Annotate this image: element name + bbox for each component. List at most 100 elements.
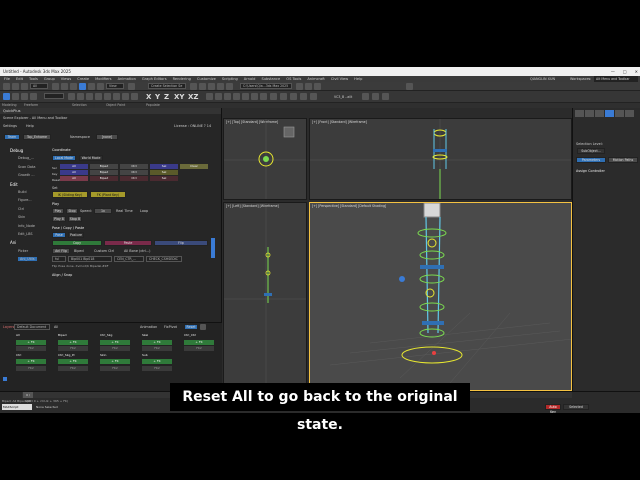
paste-button[interactable]: Paste <box>104 240 152 246</box>
assign-controller-rollout[interactable]: Assign Controller <box>576 169 605 173</box>
render-setup-icon[interactable] <box>296 83 303 90</box>
hierarchy-icon[interactable] <box>362 93 369 100</box>
grid-reset-all[interactable]: All <box>60 176 88 181</box>
hierarchy-tab-icon[interactable] <box>595 110 604 117</box>
select-object-icon[interactable] <box>3 93 10 100</box>
render-icon[interactable] <box>314 83 321 90</box>
layer-grid-cell[interactable]: FK2 <box>142 346 172 351</box>
layers-dropdown[interactable]: Default Document <box>14 324 50 330</box>
layer-grid-cell[interactable]: FK2 <box>58 365 88 371</box>
reset-button[interactable]: Reset <box>184 324 198 330</box>
play-range-button[interactable]: Play 8 <box>52 216 66 222</box>
menu-settings[interactable]: Settings <box>3 124 17 128</box>
tree-item-5[interactable]: Build <box>18 190 27 194</box>
ani-flip-button[interactable]: Ani Flip <box>52 248 70 254</box>
axis-z-button[interactable]: Z <box>164 93 169 101</box>
selected-dropdown[interactable]: Selected <box>563 404 589 410</box>
subobject-dropdown[interactable]: SubObject... <box>577 148 605 154</box>
rotate-icon[interactable] <box>88 83 95 90</box>
parameters-button[interactable]: Parameters <box>576 157 606 163</box>
layer-grid-cell[interactable]: + FK <box>16 359 46 364</box>
layer-grid-cell[interactable]: + FK <box>16 339 46 345</box>
grid-reset-sel[interactable]: Sel <box>150 176 178 181</box>
axis-y-button[interactable]: Y <box>155 93 160 101</box>
motion-tab-icon[interactable] <box>605 110 614 117</box>
grid-clear-button[interactable]: Clear <box>180 164 208 169</box>
layer-grid-cell[interactable]: FK2 <box>184 346 214 351</box>
panel-scrollbar[interactable] <box>211 238 215 258</box>
viewport-top[interactable]: [+] [Top] [Standard] [Wireframe] <box>223 118 307 200</box>
tree-item-4[interactable]: Edit <box>10 182 18 187</box>
motion-icon[interactable] <box>372 93 379 100</box>
layer-grid-cell[interactable]: FK2 <box>100 365 130 371</box>
mirror-icon[interactable] <box>190 83 197 90</box>
track-view-icon[interactable] <box>224 93 231 100</box>
layer-grid-cell[interactable]: FK2 <box>100 346 130 351</box>
grid-reset-ctrl[interactable]: Ctrl <box>120 176 148 181</box>
axis-xz-button[interactable]: XZ <box>188 93 198 101</box>
schematic-icon[interactable] <box>226 83 233 90</box>
tree-item-10[interactable]: Edit_LBS <box>18 232 33 236</box>
biped-checkbox[interactable]: Biped <box>74 249 84 253</box>
spinner-snap-icon[interactable] <box>95 93 102 100</box>
crowd-icon[interactable] <box>300 93 307 100</box>
layer-grid-cell[interactable]: + FK <box>100 339 130 345</box>
tree-item-1[interactable]: Debug_... <box>18 156 34 160</box>
project-path-field[interactable]: C:\Users\Qia...3ds Max 2025 <box>240 83 292 89</box>
layer-grid-cell[interactable]: + FK <box>142 339 172 345</box>
fk-plant-key-button[interactable]: FK (Plant Key) <box>90 191 126 198</box>
time-slider[interactable]: 0 / 100 <box>23 392 33 403</box>
grid-sel-biped[interactable]: Biped <box>90 164 118 169</box>
bone-tools-icon[interactable] <box>280 93 287 100</box>
angle-snap-icon[interactable] <box>77 93 84 100</box>
minimize-button[interactable]: — <box>611 67 615 76</box>
snap-icon[interactable] <box>68 93 75 100</box>
material-editor-icon[interactable] <box>233 93 240 100</box>
character-icon[interactable] <box>251 93 258 100</box>
loop-checkbox[interactable]: Loop <box>140 209 148 213</box>
scale-icon[interactable] <box>97 83 104 90</box>
tree-item-6[interactable]: Figure... <box>18 198 32 202</box>
tree-item-2[interactable]: Scan Data <box>18 165 35 169</box>
pose-field-3[interactable]: CEN_CTR_... <box>114 256 144 262</box>
create-tab-icon[interactable] <box>575 110 584 117</box>
render-frame-icon[interactable] <box>305 83 312 90</box>
mirror-tool-icon[interactable] <box>113 93 120 100</box>
weight-icon[interactable] <box>270 93 277 100</box>
ik-sliding-key-button[interactable]: IK (Sliding Key) <box>52 191 88 198</box>
biped-icon[interactable] <box>215 93 222 100</box>
move-icon[interactable] <box>79 83 86 90</box>
grid-key-ctrl[interactable]: Ctrl <box>120 170 148 175</box>
grid-key-biped[interactable]: Biped <box>90 170 118 175</box>
layer-grid-cell[interactable]: + FK <box>100 359 130 364</box>
animation-checkbox[interactable]: Animation <box>140 325 157 329</box>
play-button[interactable]: Play <box>52 208 64 214</box>
viewport-perspective[interactable]: [+] [Perspective] [Standard] [Default Sh… <box>309 202 572 391</box>
selection-filter-dropdown[interactable]: All <box>30 83 48 89</box>
pose-field-1[interactable]: ful <box>52 256 66 262</box>
link-icon[interactable] <box>21 83 28 90</box>
layer-grid-cell[interactable]: FK2 <box>58 346 88 351</box>
custom-ctrl-checkbox[interactable]: Custom Ctrl <box>94 249 114 253</box>
layer-grid-cell[interactable]: FK2 <box>16 365 46 371</box>
local-dropdown[interactable] <box>44 93 64 99</box>
tree-item-7[interactable]: Ctrl <box>18 207 24 211</box>
tree-item-11[interactable]: Ani <box>10 240 16 245</box>
all-bone-checkbox[interactable]: All Bone (ctrl...) <box>124 249 150 253</box>
align-icon[interactable] <box>199 83 206 90</box>
motion-paths-button[interactable]: Motion Paths <box>608 157 638 163</box>
tab-pose[interactable]: Pose <box>52 232 66 238</box>
realtime-checkbox[interactable]: Real Time <box>116 209 133 213</box>
redo-icon[interactable] <box>12 83 19 90</box>
grid-sel-all[interactable]: All <box>60 164 88 169</box>
align-tool-icon[interactable] <box>122 93 129 100</box>
grid-sel-ctrl[interactable]: Ctrl <box>120 164 148 169</box>
flip-button[interactable]: Flip <box>154 240 208 246</box>
grid-key-sel[interactable]: Sel <box>150 170 178 175</box>
menu-help[interactable]: Help <box>26 124 34 128</box>
named-selection-sets[interactable]: Create Selection Se <box>148 83 186 89</box>
layer-grid-cell[interactable]: + FK <box>184 339 214 345</box>
populate-icon[interactable] <box>310 93 317 100</box>
pivot-icon[interactable] <box>128 83 135 90</box>
pose-field-2[interactable]: Bip001 Bip018 <box>68 256 112 262</box>
